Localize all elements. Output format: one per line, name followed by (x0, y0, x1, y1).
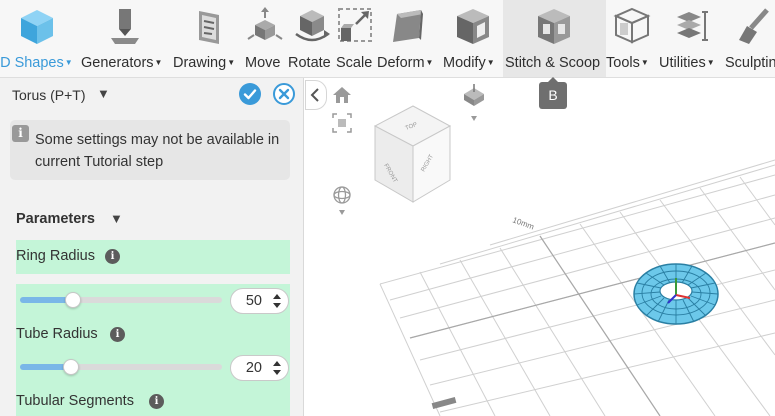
tool-label: Utilities (659, 55, 706, 71)
chevron-down-icon: ▼ (486, 58, 495, 67)
tube-radius-value[interactable]: 20 (246, 360, 262, 376)
tube-radius-label: Tube Radius (16, 326, 98, 342)
tool-scale[interactable]: Scale (336, 0, 376, 77)
tool-label: Stitch & Scoop (505, 55, 601, 71)
tube-radius-slider-thumb[interactable] (63, 359, 79, 375)
utilities-icon (677, 11, 708, 41)
tool-tools[interactable]: Tools▼ (606, 0, 659, 77)
tool-generators[interactable]: Generators▼ (81, 0, 169, 77)
3d-viewport[interactable]: 10mm TOP FRONT RIGHT (305, 78, 775, 416)
torus-model[interactable] (633, 263, 719, 325)
tool-label: 3D Shapes (0, 55, 64, 71)
ring-radius-info-icon[interactable]: i (105, 249, 120, 264)
drawing-icon (199, 11, 219, 44)
tool-modify[interactable]: Modify▼ (443, 0, 503, 77)
tools-icon (613, 7, 651, 44)
orbit-dropdown-icon[interactable] (339, 210, 345, 215)
ring-radius-value[interactable]: 50 (246, 293, 262, 309)
tool-label: Deform (377, 55, 425, 71)
checkmark-icon (243, 89, 257, 100)
chevron-down-icon: ▼ (425, 58, 434, 67)
close-icon (278, 88, 290, 100)
fit-view-icon[interactable] (332, 113, 352, 133)
view-cube[interactable]: TOP FRONT RIGHT (373, 105, 452, 203)
tool-move[interactable]: Move (245, 0, 285, 77)
tool-sculpting[interactable]: Sculpting (725, 0, 775, 77)
scale-icon (338, 8, 372, 42)
tool-label: Scale (336, 55, 373, 71)
tool-label: Move (245, 55, 281, 71)
main-toolbar: 3D Shapes▼ Generators▼ Drawing▼ (0, 0, 775, 78)
chevron-down-icon: ▼ (227, 58, 236, 67)
ring-radius-label: Ring Radius (16, 248, 95, 264)
grid-major-lines (409, 235, 775, 416)
stepper-arrows-icon[interactable] (272, 360, 282, 376)
collapse-panel-button[interactable] (305, 80, 327, 110)
panel-header: Torus (P+T) ▼ (0, 78, 304, 112)
deform-icon (393, 10, 423, 42)
panel-title: Torus (P+T) (12, 87, 86, 103)
properties-panel: Torus (P+T) ▼ i Some settings may not be… (0, 78, 304, 416)
panel-menu-caret-icon[interactable]: ▼ (97, 86, 110, 101)
modify-icon (457, 9, 489, 44)
tool-stitch-scoop[interactable]: Stitch & Scoop (503, 0, 606, 77)
tool-label: Modify (443, 55, 486, 71)
scene-canvas[interactable]: 10mm TOP FRONT RIGHT (305, 78, 775, 416)
home-icon[interactable] (333, 87, 351, 103)
view-mode-icon[interactable] (464, 84, 484, 106)
grid-scale-label: 10mm (511, 215, 535, 231)
tool-label: Generators (81, 55, 154, 71)
tool-label: Drawing (173, 55, 227, 71)
notice-text: Some settings may not be available in cu… (35, 132, 280, 170)
grid-ruler-mark (431, 396, 457, 410)
tool-utilities[interactable]: Utilities▼ (659, 0, 723, 77)
ring-radius-stepper[interactable]: 50 (230, 288, 289, 314)
tool-rotate[interactable]: Rotate (288, 0, 336, 77)
tube-radius-stepper[interactable]: 20 (230, 355, 289, 381)
info-icon: i (12, 125, 29, 142)
chevron-left-icon (310, 88, 319, 102)
tubular-segments-label: Tubular Segments (16, 393, 134, 409)
tool-3d-shapes[interactable]: 3D Shapes▼ (0, 0, 80, 77)
stitch-scoop-icon (538, 9, 570, 44)
chevron-down-icon: ▼ (64, 58, 73, 67)
parameters-collapse-icon[interactable]: ▼ (110, 211, 123, 226)
generator-icon (111, 9, 139, 44)
chevron-down-icon: ▼ (154, 58, 163, 67)
chevron-down-icon: ▼ (706, 58, 715, 67)
parameters-heading: Parameters (16, 211, 95, 227)
ring-radius-slider[interactable] (20, 292, 222, 308)
cancel-button[interactable] (273, 83, 295, 105)
shortcut-tooltip: B (539, 82, 567, 109)
chevron-down-icon: ▼ (640, 58, 649, 67)
tool-deform[interactable]: Deform▼ (377, 0, 441, 77)
tool-label: Rotate (288, 55, 331, 71)
tool-label: Tools (606, 55, 640, 71)
tubular-segments-info-icon[interactable]: i (149, 394, 164, 409)
tool-drawing[interactable]: Drawing▼ (173, 0, 243, 77)
view-mode-dropdown-icon[interactable] (471, 116, 477, 121)
stepper-arrows-icon[interactable] (272, 293, 282, 309)
cube-icon (21, 10, 53, 44)
tutorial-notice: i Some settings may not be available in … (10, 120, 290, 180)
tube-radius-info-icon[interactable]: i (110, 327, 125, 342)
confirm-button[interactable] (239, 83, 261, 105)
sculpting-icon (739, 8, 769, 44)
move-icon (247, 7, 283, 40)
tube-radius-slider[interactable] (20, 359, 222, 375)
orbit-icon[interactable] (333, 186, 351, 204)
rotate-icon (295, 10, 330, 42)
ring-radius-slider-thumb[interactable] (65, 292, 81, 308)
tool-label: Sculpting (725, 55, 775, 71)
